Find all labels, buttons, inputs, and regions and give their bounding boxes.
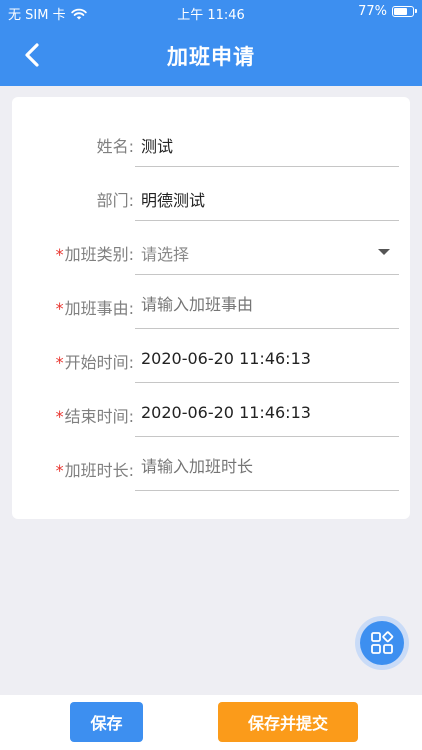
divider xyxy=(135,274,399,275)
fab-inner xyxy=(360,621,404,665)
department-label: 部门: xyxy=(96,191,134,210)
page-title: 加班申请 xyxy=(167,45,255,69)
form-row-end-time[interactable]: *结束时间: 2020-06-20 11:46:13 xyxy=(12,389,410,443)
divider xyxy=(135,490,399,491)
form-row-department: 部门: 明德测试 xyxy=(12,173,410,227)
start-time-value[interactable]: 2020-06-20 11:46:13 xyxy=(141,349,396,368)
divider xyxy=(135,436,399,437)
battery-icon xyxy=(392,6,417,17)
category-label: *加班类别: xyxy=(55,245,134,264)
battery-percent: 77% xyxy=(358,4,387,19)
form-row-name: 姓名: 测试 xyxy=(12,119,410,173)
category-select[interactable]: 请选择 xyxy=(141,241,396,265)
save-button[interactable]: 保存 xyxy=(70,702,143,742)
apps-fab-button[interactable] xyxy=(355,616,409,670)
divider xyxy=(135,328,399,329)
form-row-reason: *加班事由: xyxy=(12,281,410,335)
start-time-label: *开始时间: xyxy=(55,353,134,372)
caret-down-icon[interactable] xyxy=(378,249,390,255)
name-label: 姓名: xyxy=(96,137,134,156)
end-time-value[interactable]: 2020-06-20 11:46:13 xyxy=(141,403,396,422)
nav-bar: 加班申请 xyxy=(0,24,422,86)
divider xyxy=(135,220,399,221)
apps-grid-icon xyxy=(371,631,394,654)
form-row-start-time[interactable]: *开始时间: 2020-06-20 11:46:13 xyxy=(12,335,410,389)
form-card: 姓名: 测试 部门: 明德测试 *加班类别: 请选择 *加班事由: *开始时间:… xyxy=(12,97,410,519)
duration-label: *加班时长: xyxy=(55,461,134,480)
status-right: 77% xyxy=(358,4,417,19)
name-value: 测试 xyxy=(141,137,174,156)
required-mark: * xyxy=(55,245,64,264)
end-time-label: *结束时间: xyxy=(55,407,134,426)
bottom-action-bar: 保存 保存并提交 xyxy=(0,695,422,750)
form-row-duration: *加班时长: xyxy=(12,443,410,497)
required-mark: * xyxy=(55,407,64,426)
divider xyxy=(135,382,399,383)
department-value: 明德测试 xyxy=(141,191,206,210)
required-mark: * xyxy=(55,299,64,318)
save-and-submit-button[interactable]: 保存并提交 xyxy=(218,702,358,742)
divider xyxy=(135,166,399,167)
reason-label: *加班事由: xyxy=(55,299,134,318)
form-row-category[interactable]: *加班类别: 请选择 xyxy=(12,227,410,281)
battery-fill xyxy=(394,8,408,15)
reason-input[interactable] xyxy=(141,295,396,314)
duration-input[interactable] xyxy=(141,457,396,476)
required-mark: * xyxy=(55,461,64,480)
status-bar: 无 SIM 卡 上午 11:46 77% xyxy=(0,0,422,24)
required-mark: * xyxy=(55,353,64,372)
